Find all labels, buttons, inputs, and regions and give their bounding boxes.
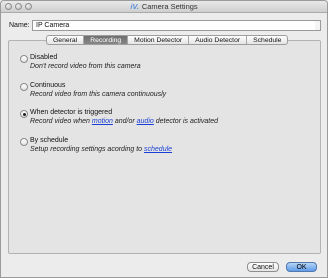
radio-detector[interactable] <box>20 110 28 118</box>
option-disabled-title: Disabled <box>30 54 58 61</box>
detector-desc-middle: and/or <box>112 118 137 125</box>
name-row: Name: <box>9 20 321 32</box>
name-label: Name: <box>9 22 30 29</box>
camera-settings-window: iV.Camera Settings Name: General Recordi… <box>0 0 328 278</box>
name-field-end-cap <box>315 20 321 31</box>
tab-schedule[interactable]: Schedule <box>247 36 287 44</box>
option-schedule-description: Setup recording settings acording to sch… <box>30 146 172 153</box>
option-continuous-title: Continuous <box>30 82 66 89</box>
option-detector-description: Record video when motion and/or audio de… <box>30 118 218 125</box>
tab-general[interactable]: General <box>47 36 85 44</box>
option-schedule-title: By schedule <box>30 137 69 144</box>
motion-link[interactable]: motion <box>92 118 113 125</box>
detector-desc-suffix: detector is activated <box>153 118 218 125</box>
tab-motion-detector[interactable]: Motion Detector <box>128 36 190 44</box>
schedule-link[interactable]: schedule <box>144 146 172 153</box>
settings-tabs: General Recording Motion Detector Audio … <box>46 35 289 45</box>
cancel-button[interactable]: Cancel <box>247 262 279 272</box>
window-title: iV. Camera Settings <box>1 2 327 11</box>
tab-audio-detector[interactable]: Audio Detector <box>189 36 248 44</box>
radio-continuous[interactable] <box>20 83 28 91</box>
camera-name-input[interactable] <box>32 20 317 31</box>
schedule-desc-prefix: Setup recording settings acording to <box>30 146 145 153</box>
ok-button[interactable]: OK <box>286 262 317 272</box>
tab-recording[interactable]: Recording <box>84 36 129 44</box>
option-disabled-description: Don't record video from this camera <box>30 63 141 70</box>
title-bar: iV. Camera Settings <box>1 1 327 13</box>
audio-link[interactable]: audio <box>137 118 154 125</box>
option-detector-title: When detector is triggered <box>30 109 113 116</box>
window-title-text: Camera Settings <box>141 2 198 11</box>
app-icon: iV. <box>130 2 139 11</box>
detector-desc-prefix: Record video when <box>30 118 92 125</box>
option-continuous-description: Record video from this camera continuous… <box>30 91 167 98</box>
radio-schedule[interactable] <box>20 138 28 146</box>
radio-disabled[interactable] <box>20 55 28 63</box>
